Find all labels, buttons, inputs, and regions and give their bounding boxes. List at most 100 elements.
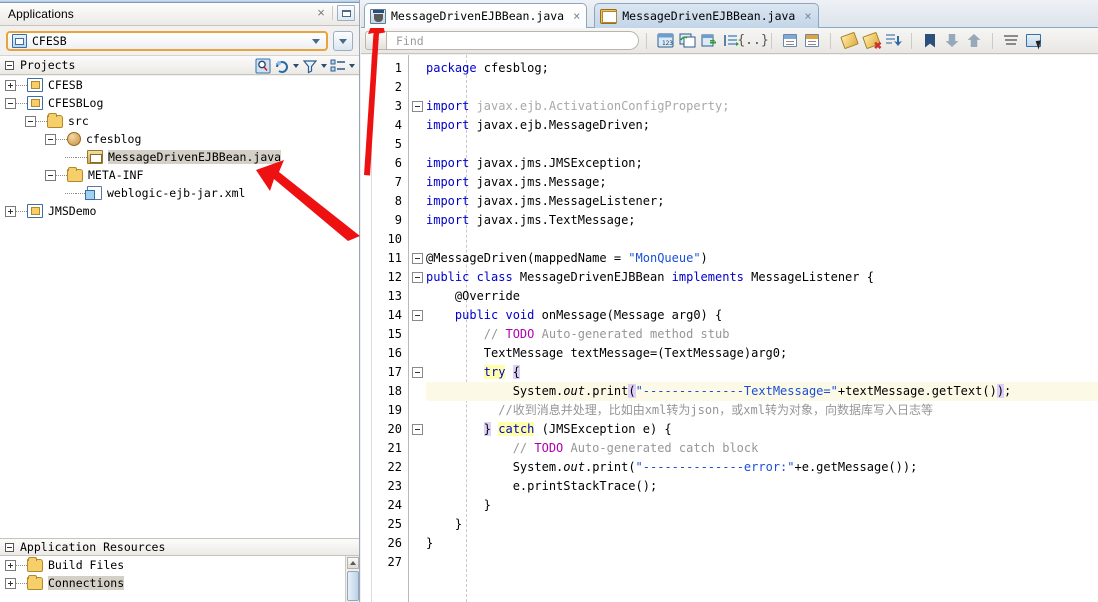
code-content[interactable]: package cfesblog; import javax.ejb.Activa… [426, 55, 1098, 602]
fold-toggle-icon[interactable] [412, 367, 423, 378]
code-line[interactable]: // TODO Auto-generated method stub [426, 325, 1098, 344]
collapse-all-icon[interactable] [801, 31, 823, 51]
code-line[interactable]: public void onMessage(Message arg0) { [426, 306, 1098, 325]
expand-icon[interactable] [5, 79, 16, 91]
code-line[interactable]: } catch (JMSException e) { [426, 420, 1098, 439]
clear-highlight-icon[interactable]: ✖ [860, 31, 882, 51]
replace-icon[interactable] [676, 31, 698, 51]
code-line[interactable] [426, 78, 1098, 97]
filter-dropdown-icon[interactable] [321, 64, 327, 68]
application-combo[interactable]: CFESB [6, 31, 328, 51]
code-line[interactable]: import javax.jms.Message; [426, 173, 1098, 192]
code-line[interactable]: @MessageDriven(mappedName = "MonQueue") [426, 249, 1098, 268]
search-icon[interactable] [255, 58, 271, 74]
code-line[interactable]: } [426, 534, 1098, 553]
collapse-icon[interactable] [5, 60, 14, 70]
toggle-bookmark-icon[interactable] [919, 31, 941, 51]
refresh-icon[interactable] [274, 58, 290, 74]
close-icon[interactable]: × [573, 9, 580, 23]
tree-item[interactable]: META-INF [0, 166, 359, 184]
tree-item[interactable]: CFESB [0, 76, 359, 94]
java-file-icon [87, 150, 103, 164]
code-line[interactable]: public class MessageDrivenEJBBean implem… [426, 268, 1098, 287]
expand-icon[interactable] [5, 577, 16, 589]
tree-item[interactable]: MessageDrivenEJBBean.java [0, 148, 359, 166]
resources-scrollbar[interactable] [345, 556, 359, 602]
goto-line-icon[interactable]: 123 [654, 31, 676, 51]
line-number: 11 [387, 251, 402, 265]
tree-item[interactable]: Build Files [0, 556, 359, 574]
code-line[interactable]: import javax.jms.MessageListener; [426, 192, 1098, 211]
navigate-forward-icon[interactable] [698, 31, 720, 51]
code-line[interactable]: } [426, 496, 1098, 515]
close-icon[interactable]: × [314, 5, 328, 21]
editor-area: MessageDrivenEJBBean.java × MessageDrivenE… [361, 0, 1098, 602]
code-folding-column[interactable] [410, 55, 426, 602]
expand-icon[interactable] [5, 205, 16, 217]
code-line[interactable]: System.out.print("--------------TextMess… [426, 382, 1098, 401]
fold-toggle-icon[interactable] [412, 272, 423, 283]
find-input[interactable]: Find [387, 31, 639, 50]
code-line[interactable]: //收到消息并处理，比如由xml转为json，或xml转为对象，向数据库写入日志… [426, 401, 1098, 420]
application-resources-header[interactable]: Application Resources [0, 538, 359, 556]
collapse-icon[interactable] [25, 115, 36, 127]
next-bookmark-icon[interactable] [941, 31, 963, 51]
highlight-icon[interactable] [838, 31, 860, 51]
tree-item[interactable]: JMSDemo [0, 202, 359, 220]
code-editor[interactable]: 1 2 3 4 5 6 7 8 9 10 11 12 13 14 15 16 17 18 19 20 21 22 23 24 2… [361, 55, 1098, 602]
filter-icon[interactable] [302, 58, 318, 74]
braces-icon[interactable]: {..} [737, 31, 768, 51]
code-line[interactable] [426, 230, 1098, 249]
find-history-dropdown[interactable] [365, 31, 387, 50]
group-by-dropdown-icon[interactable] [349, 64, 355, 68]
reformat-icon[interactable] [1000, 31, 1022, 51]
fold-toggle-icon[interactable] [412, 310, 423, 321]
code-line[interactable]: // TODO Auto-generated catch block [426, 439, 1098, 458]
code-line[interactable]: import javax.ejb.ActivationConfigPropert… [426, 97, 1098, 116]
previous-bookmark-icon[interactable] [963, 31, 985, 51]
editor-error-strip[interactable] [361, 55, 372, 602]
collapse-icon[interactable] [5, 97, 16, 109]
code-line[interactable]: import javax.jms.TextMessage; [426, 211, 1098, 230]
editor-tab[interactable]: MessageDrivenEJBBean.java × [594, 3, 819, 28]
code-line[interactable]: package cfesblog; [426, 59, 1098, 78]
code-token: import [426, 99, 477, 113]
fold-toggle-icon[interactable] [412, 253, 423, 264]
group-by-icon[interactable] [330, 58, 346, 74]
editor-tab[interactable]: MessageDrivenEJBBean.java × [364, 3, 588, 28]
tree-item[interactable]: weblogic-ejb-jar.xml [0, 184, 359, 202]
tree-item[interactable]: src [0, 112, 359, 130]
code-line[interactable] [426, 135, 1098, 154]
minimize-icon[interactable] [337, 5, 355, 21]
scroll-up-icon[interactable] [347, 557, 359, 569]
block-select-icon[interactable] [1022, 31, 1044, 51]
application-menu-button[interactable] [333, 31, 353, 51]
application-resources-tree[interactable]: Build Files Connections [0, 556, 359, 602]
code-line[interactable] [426, 553, 1098, 572]
tree-item[interactable]: Connections [0, 574, 359, 592]
code-line[interactable]: import javax.ejb.MessageDriven; [426, 116, 1098, 135]
fold-toggle-icon[interactable] [412, 424, 423, 435]
fold-toggle-icon[interactable] [412, 101, 423, 112]
refresh-dropdown-icon[interactable] [293, 64, 299, 68]
project-tree[interactable]: CFESB CFESBLog src cfesblog MessageDrivenEJB… [0, 76, 359, 538]
code-line[interactable]: } [426, 515, 1098, 534]
code-line[interactable]: System.out.print("--------------error:"+… [426, 458, 1098, 477]
expand-icon[interactable] [5, 559, 16, 571]
collapse-icon[interactable] [45, 133, 56, 145]
tree-item[interactable]: cfesblog [0, 130, 359, 148]
projects-header[interactable]: Projects [0, 55, 359, 75]
import-icon[interactable] [882, 31, 904, 51]
chevron-down-icon[interactable] [312, 39, 320, 44]
code-line[interactable]: try { [426, 363, 1098, 382]
collapse-icon[interactable] [45, 169, 56, 181]
tree-item[interactable]: CFESBLog [0, 94, 359, 112]
code-line[interactable]: @Override [426, 287, 1098, 306]
collapse-icon[interactable] [5, 542, 14, 552]
close-icon[interactable]: × [804, 9, 811, 23]
code-line[interactable]: import javax.jms.JMSException; [426, 154, 1098, 173]
scrollbar-thumb[interactable] [347, 571, 359, 601]
code-line[interactable]: e.printStackTrace(); [426, 477, 1098, 496]
code-line[interactable]: TextMessage textMessage=(TextMessage)arg… [426, 344, 1098, 363]
expand-all-icon[interactable] [779, 31, 801, 51]
